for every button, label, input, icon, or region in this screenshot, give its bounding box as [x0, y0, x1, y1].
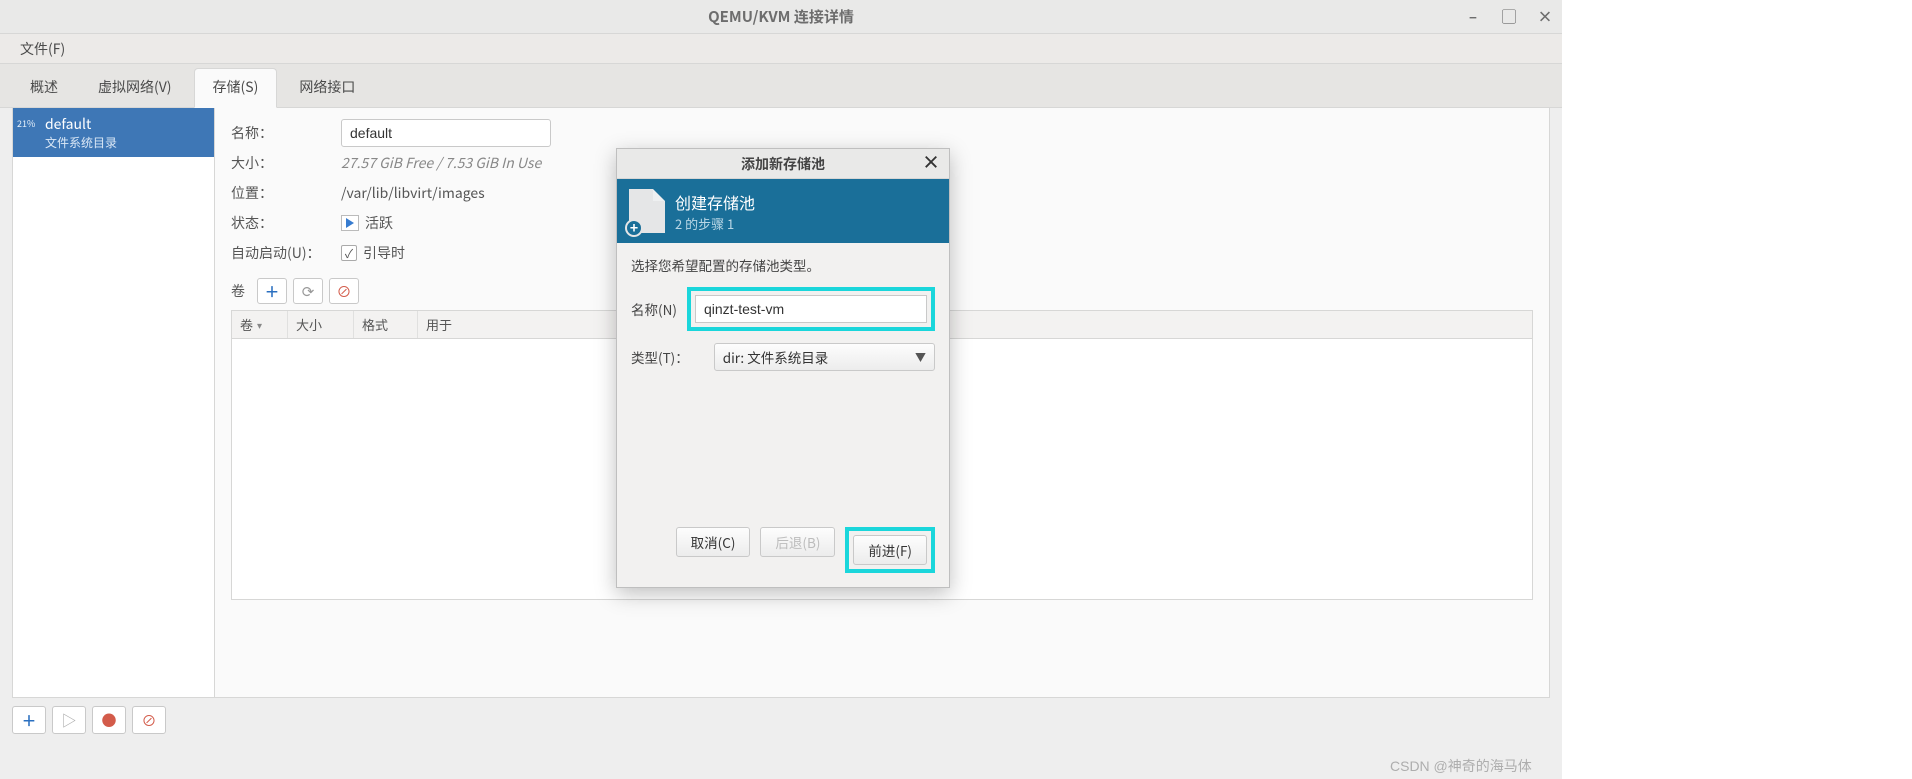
dialog-title: 添加新存储池	[741, 154, 825, 174]
plus-icon: ＋	[264, 281, 279, 302]
label-size: 大小：	[231, 153, 341, 173]
dialog-prompt: 选择您希望配置的存储池类型。	[631, 255, 935, 275]
highlight-name-field	[687, 287, 935, 331]
add-pool-button[interactable]: ＋	[12, 706, 46, 734]
cancel-button[interactable]: 取消(C)	[676, 527, 751, 557]
start-pool-button[interactable]: ▷	[52, 706, 86, 734]
delete-icon: ⊘	[336, 281, 351, 302]
pool-name: default	[45, 114, 204, 134]
plus-icon: ＋	[21, 710, 36, 731]
label-state: 状态：	[231, 213, 341, 233]
watermark-text: CSDN @神奇的海马体	[1390, 756, 1532, 776]
pool-size-value: 27.57 GiB Free / 7.53 GiB In Use	[341, 153, 541, 173]
play-icon: ▷	[61, 710, 76, 731]
column-size[interactable]: 大小	[288, 311, 354, 338]
window-close-button[interactable]: ×	[1534, 6, 1556, 27]
pool-state-value: 活跃	[365, 213, 393, 233]
column-volume[interactable]: 卷 ▾	[232, 311, 288, 338]
dialog-footer: 取消(C) 后退(B) 前进(F)	[617, 517, 949, 587]
add-storage-pool-dialog: 添加新存储池 × + 创建存储池 2 的步骤 1 选择您希望配置的存储池类型。 …	[616, 148, 950, 588]
play-state-icon	[341, 215, 359, 231]
pool-location-value: /var/lib/libvirt/images	[341, 183, 485, 203]
column-format[interactable]: 格式	[354, 311, 418, 338]
storage-pool-list: 21% default 文件系统目录	[13, 108, 215, 697]
sort-caret-icon: ▾	[257, 317, 262, 332]
label-pool-name: 名称(N)	[631, 299, 677, 319]
window-titlebar: QEMU/KVM 连接详情 – ▢ ×	[0, 0, 1562, 34]
chevron-down-icon: ▼	[915, 349, 926, 365]
forward-button[interactable]: 前进(F)	[853, 535, 927, 565]
label-location: 位置：	[231, 183, 341, 203]
autostart-label: 引导时	[363, 243, 405, 263]
label-autostart: 自动启动(U)：	[231, 243, 341, 263]
menu-bar: 文件(F)	[0, 34, 1562, 64]
highlight-forward-button: 前进(F)	[845, 527, 935, 573]
tab-overview[interactable]: 概述	[12, 69, 76, 107]
back-button: 后退(B)	[760, 527, 835, 557]
add-volume-button[interactable]: ＋	[257, 278, 287, 304]
delete-pool-button[interactable]: ⊘	[132, 706, 166, 734]
label-name: 名称：	[231, 123, 341, 143]
storage-toolbar: ＋ ▷ ● ⊘	[12, 706, 1550, 734]
pool-type-combobox[interactable]: dir: 文件系统目录 ▼	[714, 343, 935, 371]
delete-icon: ⊘	[141, 710, 156, 731]
close-icon: ×	[922, 149, 940, 175]
document-plus-icon: +	[629, 189, 665, 233]
banner-title: 创建存储池	[675, 190, 755, 214]
window-maximize-button[interactable]: ▢	[1498, 6, 1520, 27]
pool-usage-percentage: 21%	[17, 117, 35, 130]
refresh-volumes-button[interactable]: ⟳	[293, 278, 323, 304]
tab-network-interfaces[interactable]: 网络接口	[281, 69, 373, 107]
stop-icon: ●	[101, 710, 116, 731]
delete-volume-button[interactable]: ⊘	[329, 278, 359, 304]
window-title: QEMU/KVM 连接详情	[708, 6, 854, 27]
pool-subtitle: 文件系统目录	[45, 134, 204, 151]
tab-virtual-networks[interactable]: 虚拟网络(V)	[80, 69, 190, 107]
stop-pool-button[interactable]: ●	[92, 706, 126, 734]
label-pool-type: 类型(T)：	[631, 347, 694, 367]
pool-type-value: dir: 文件系统目录	[723, 347, 829, 367]
banner-step: 2 的步骤 1	[675, 214, 755, 233]
dialog-banner: + 创建存储池 2 的步骤 1	[617, 179, 949, 243]
window-minimize-button[interactable]: –	[1462, 6, 1484, 27]
menu-file[interactable]: 文件(F)	[12, 35, 73, 63]
tab-storage[interactable]: 存储(S)	[194, 68, 278, 108]
column-used-by[interactable]: 用于	[418, 311, 1532, 338]
autostart-checkbox[interactable]: ✓	[341, 245, 357, 261]
label-volumes: 卷	[231, 281, 245, 301]
pool-name-input[interactable]	[341, 119, 551, 147]
dialog-close-button[interactable]: ×	[921, 153, 941, 171]
storage-pool-item-default[interactable]: 21% default 文件系统目录	[13, 108, 214, 157]
dialog-titlebar: 添加新存储池 ×	[617, 149, 949, 179]
pool-name-field[interactable]	[695, 295, 927, 323]
refresh-icon: ⟳	[302, 281, 315, 302]
tab-row: 概述 虚拟网络(V) 存储(S) 网络接口	[0, 64, 1562, 108]
